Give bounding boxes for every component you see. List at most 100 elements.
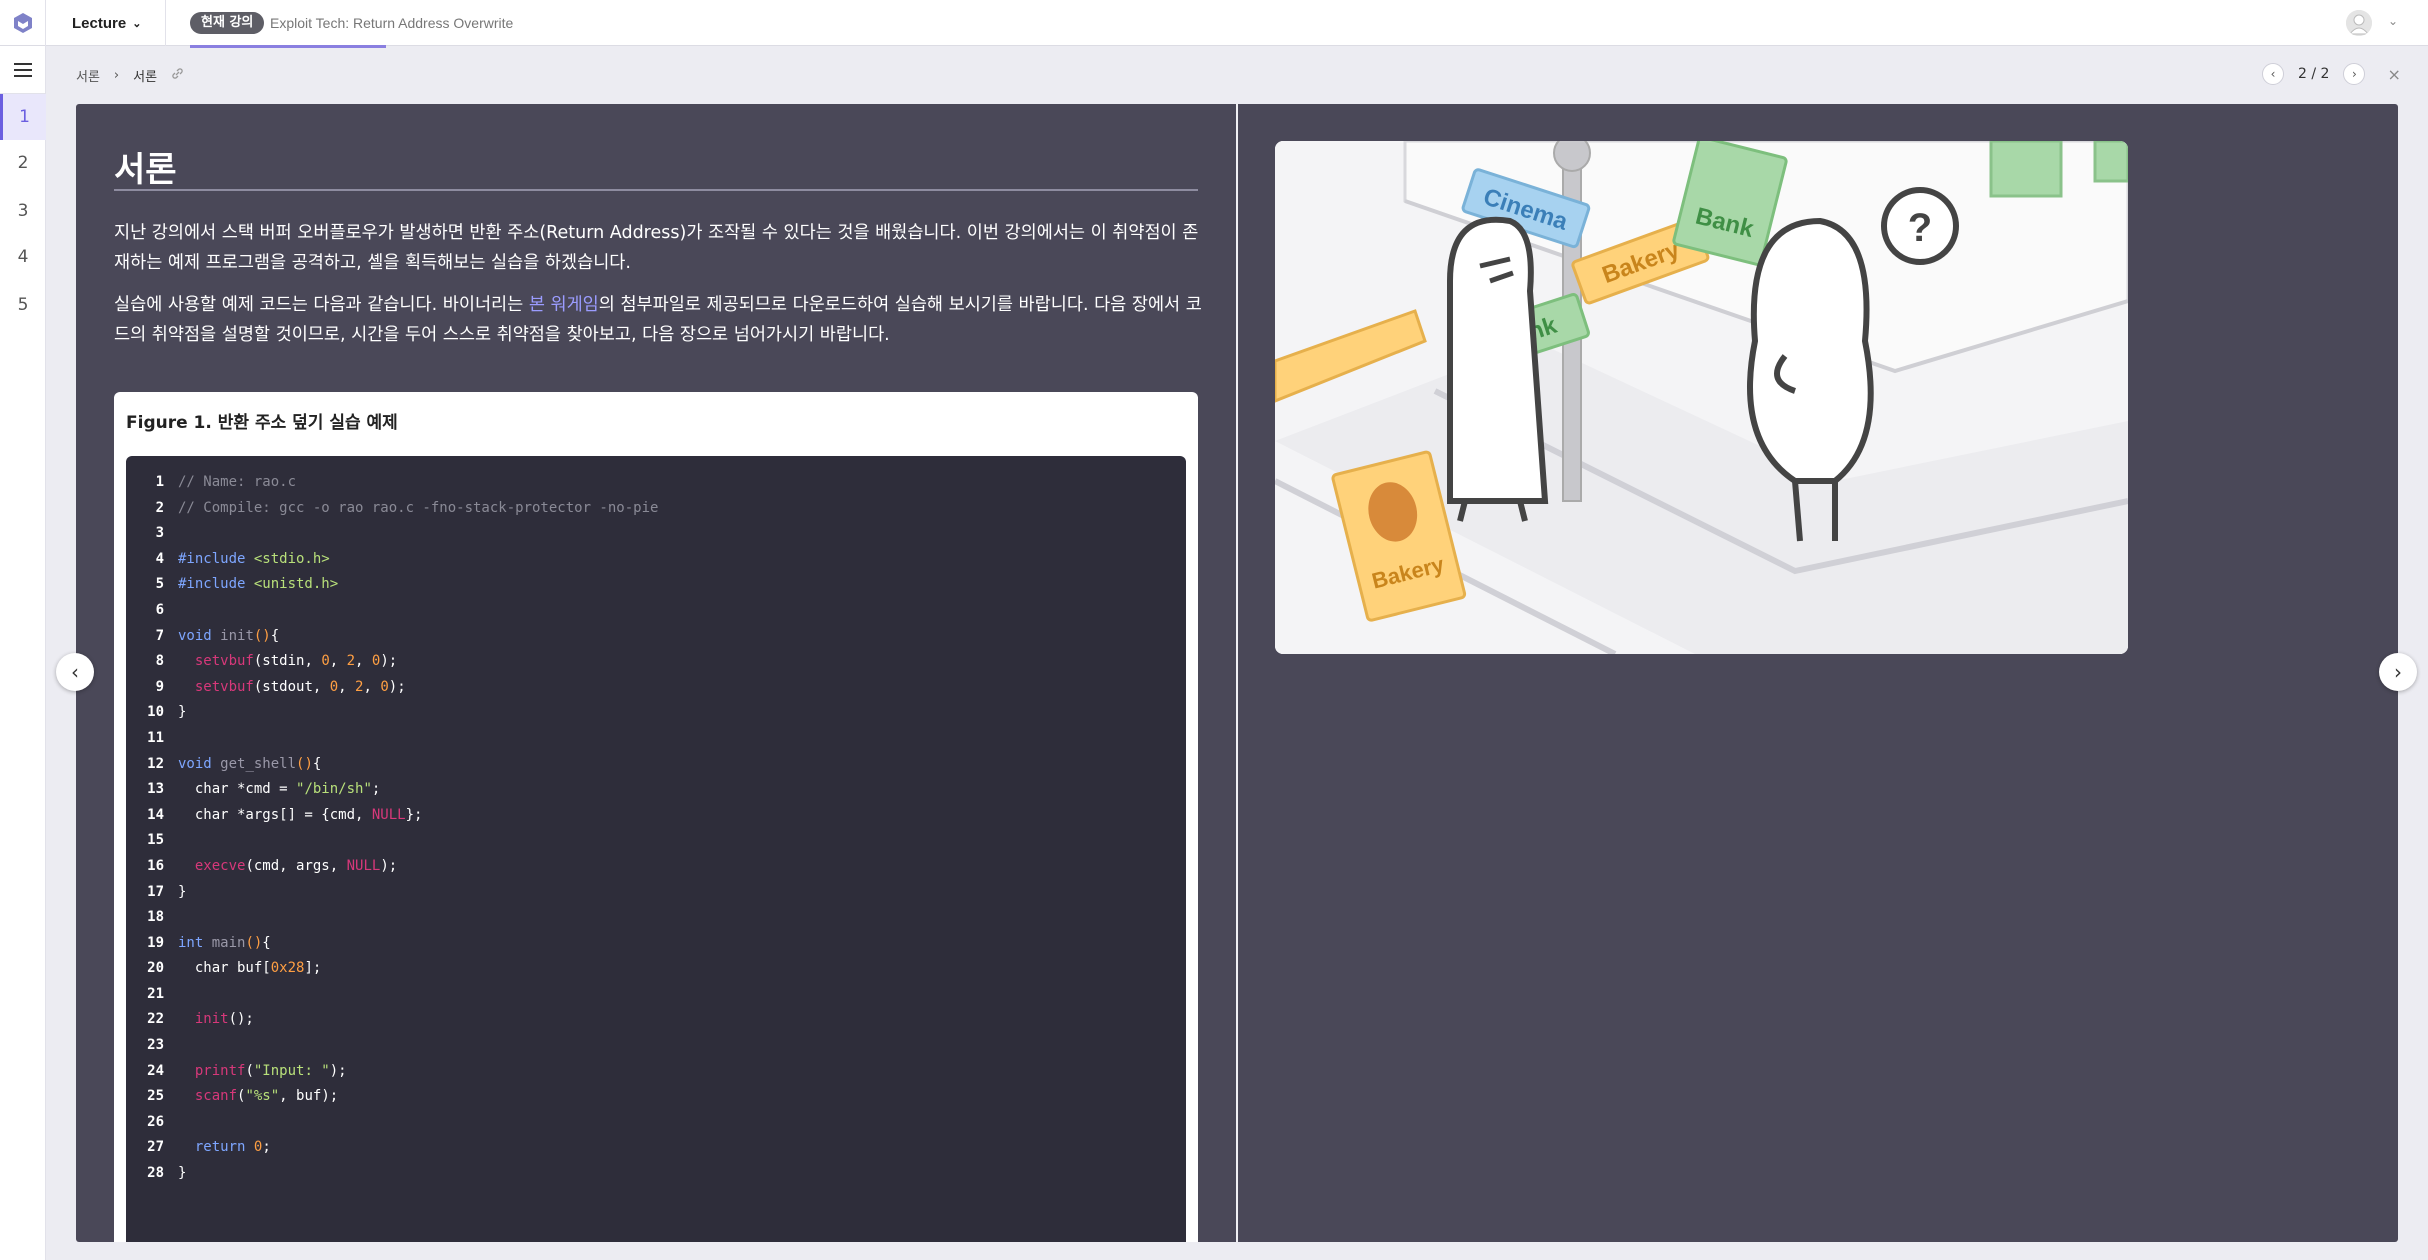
code-line: 28}: [126, 1161, 1186, 1187]
line-source: setvbuf(stdout, 0, 2, 0);: [194, 678, 406, 695]
line-source: [164, 828, 178, 854]
chevron-right-icon[interactable]: ›: [2379, 653, 2417, 691]
lecture-dropdown[interactable]: Lecture ⌄: [46, 0, 166, 46]
line-number: 15: [147, 832, 164, 849]
line-number: 20: [147, 960, 164, 977]
line-number: 18: [147, 909, 164, 926]
code-line: 18: [126, 905, 1186, 931]
rail-page-5[interactable]: 5: [0, 282, 46, 328]
chevron-down-icon: ⌄: [132, 17, 142, 30]
code-line: 26: [126, 1110, 1186, 1136]
line-source: scanf("%s", buf);: [194, 1088, 339, 1105]
line-number: 10: [147, 704, 164, 721]
figure-caption: Figure 1. 반환 주소 덮기 실습 예제: [126, 413, 398, 433]
chevron-right-icon: ›: [113, 68, 120, 83]
pager-indicator: 2 / 2: [2298, 66, 2330, 82]
breadcrumb: 서론 › 서론: [76, 66, 184, 85]
code-line: 5 #include <unistd.h>: [126, 572, 1186, 598]
line-number: 22: [147, 1011, 164, 1028]
code-line: 3: [126, 521, 1186, 547]
code-line: 14 char *args[] = {cmd, NULL};: [126, 803, 1186, 829]
slide-title: 서론: [114, 150, 177, 190]
slide-divider: [1236, 104, 1238, 1242]
chevron-left-icon[interactable]: ‹: [2262, 63, 2284, 85]
rail-page-2[interactable]: 2: [0, 140, 46, 186]
code-line: 9 setvbuf(stdout, 0, 2, 0);: [126, 675, 1186, 701]
line-source: [164, 982, 178, 1008]
code-line: 15: [126, 828, 1186, 854]
line-number: 7: [155, 627, 164, 644]
line-source: [164, 726, 178, 752]
code-line: 24 printf("Input: ");: [126, 1059, 1186, 1085]
slide-pager: ‹ 2 / 2 › ×: [2262, 63, 2401, 85]
code-line: 10}: [126, 700, 1186, 726]
code-line: 6: [126, 598, 1186, 624]
breadcrumb-current: 서론: [133, 70, 158, 85]
line-source: setvbuf(stdin, 0, 2, 0);: [194, 653, 398, 670]
code-line: 23: [126, 1033, 1186, 1059]
line-number: 26: [147, 1113, 164, 1130]
line-number: 11: [147, 729, 164, 746]
chevron-left-icon[interactable]: ‹: [56, 653, 94, 691]
line-number: 23: [147, 1037, 164, 1054]
line-number: 14: [147, 806, 164, 823]
line-source: void init(){: [178, 627, 280, 644]
line-source: // Compile: gcc -o rao rao.c -fno-stack-…: [178, 499, 659, 516]
breadcrumb-parent[interactable]: 서론: [76, 66, 100, 85]
rail-page-3[interactable]: 3: [0, 188, 46, 234]
line-source: }: [178, 1165, 187, 1182]
code-line: 22 init();: [126, 1007, 1186, 1033]
line-number: 2: [155, 499, 164, 516]
code-line: 7 void init(){: [126, 624, 1186, 650]
avatar[interactable]: [2346, 10, 2372, 36]
code-line: 4 #include <stdio.h>: [126, 547, 1186, 573]
street-signs-illustration: Cinema Bakery Bank Bank Bakery: [1275, 141, 2128, 654]
close-icon[interactable]: ×: [2387, 65, 2400, 84]
line-source: void get_shell(){: [178, 755, 322, 772]
chevron-down-icon[interactable]: ⌄: [2388, 14, 2398, 28]
line-number: 19: [147, 934, 164, 951]
line-number: 1: [155, 474, 164, 490]
line-source: printf("Input: ");: [194, 1062, 347, 1079]
top-bar: Lecture ⌄ 현재 강의 Exploit Tech: Return Add…: [0, 0, 2428, 48]
progress-bar: [190, 45, 386, 48]
line-source: [164, 905, 178, 931]
line-source: char *cmd = "/bin/sh";: [178, 781, 381, 798]
line-source: // Name: rao.c: [178, 474, 297, 490]
code-line: 25 scanf("%s", buf);: [126, 1084, 1186, 1110]
line-source: #include <stdio.h>: [178, 550, 330, 567]
line-source: return 0;: [194, 1139, 271, 1156]
code-line: 21: [126, 982, 1186, 1008]
code-block: 1 // Name: rao.c 2 // Compile: gcc -o rao r…: [126, 456, 1186, 1242]
line-source: #include <unistd.h>: [178, 576, 339, 593]
line-number: 24: [147, 1062, 164, 1079]
line-source: char buf[0x28];: [178, 960, 322, 977]
line-number: 28: [147, 1165, 164, 1182]
code-line: 2 // Compile: gcc -o rao rao.c -fno-stack…: [126, 496, 1186, 522]
line-source: [164, 598, 178, 624]
line-number: 17: [147, 883, 164, 900]
wargame-link[interactable]: 본 워게임: [529, 295, 599, 315]
line-number: 13: [147, 781, 164, 798]
code-line: 20 char buf[0x28];: [126, 956, 1186, 982]
logo-icon[interactable]: [0, 0, 46, 46]
para2-text-before: 실습에 사용할 예제 코드는 다음과 같습니다. 바이너리는: [114, 295, 529, 315]
line-source: [164, 1033, 178, 1059]
code-line: 16 execve(cmd, args, NULL);: [126, 854, 1186, 880]
title-divider: [114, 189, 1198, 191]
line-source: }: [178, 704, 187, 721]
menu-icon[interactable]: [0, 46, 46, 94]
intro-paragraph-1: 지난 강의에서 스택 버퍼 오버플로우가 발생하면 반환 주소(Return A…: [114, 223, 1199, 273]
code-line: 12 void get_shell(){: [126, 752, 1186, 778]
rail-page-1[interactable]: 1: [0, 94, 46, 140]
lecture-dropdown-label: Lecture: [72, 14, 127, 32]
code-figure: Figure 1. 반환 주소 덮기 실습 예제 1 // Name: rao.c…: [114, 392, 1198, 1242]
line-number: 8: [155, 653, 164, 670]
rail-page-4[interactable]: 4: [0, 234, 46, 280]
line-source: }: [178, 883, 187, 900]
code-line: 19 int main(){: [126, 931, 1186, 957]
chevron-right-icon[interactable]: ›: [2343, 63, 2366, 85]
link-icon[interactable]: [171, 67, 184, 84]
line-number: 25: [147, 1088, 164, 1105]
line-source: init();: [194, 1011, 254, 1028]
